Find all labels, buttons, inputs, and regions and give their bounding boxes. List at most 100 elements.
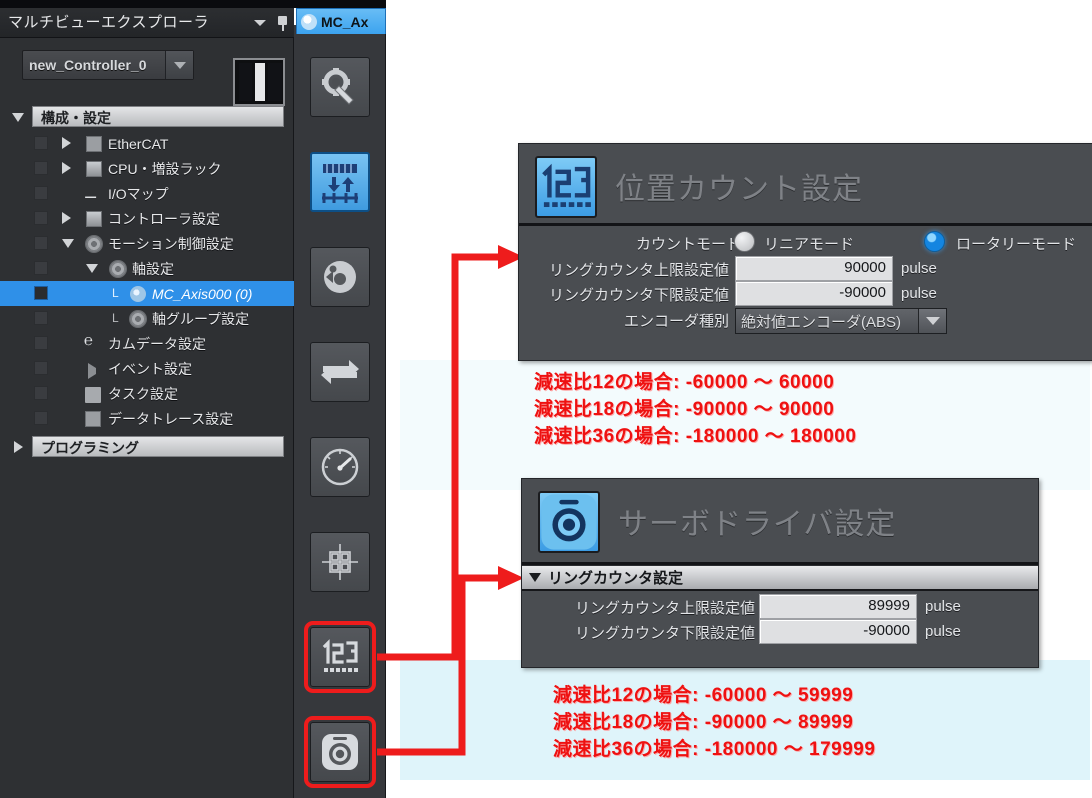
encoder-type-value: 絶対値エンコーダ(ABS)	[741, 313, 902, 331]
task-icon	[85, 387, 101, 403]
chevron-right-icon[interactable]	[62, 212, 71, 224]
position-count-dialog: 位置カウント設定 カウントモード リニアモード ロータリーモード リングカウンタ…	[518, 143, 1092, 361]
homing-settings-button[interactable]	[310, 342, 370, 402]
ring-counter-upper-unit: pulse	[901, 260, 937, 277]
tree-node-mc-axis000[interactable]: L MC_Axis000 (0)	[0, 281, 294, 306]
servo-ring-counter-lower-input[interactable]: -90000	[759, 619, 917, 644]
tree-node-checkbox[interactable]	[34, 161, 48, 175]
tree-node-label: CPU・増設ラック	[108, 160, 222, 177]
tree-node-label: データトレース設定	[108, 410, 234, 427]
ring-counter-section-header[interactable]: リングカウンタ設定	[522, 565, 1038, 591]
chevron-down-icon[interactable]	[12, 113, 24, 122]
servo-driver-dialog-header: サーボドライバ設定	[522, 479, 1038, 565]
controller-thumbnail	[233, 58, 285, 106]
tree-node-io-map[interactable]: ⚊ I/Oマップ	[0, 181, 294, 206]
ring-counter-section-label: リングカウンタ設定	[548, 570, 684, 587]
event-icon	[88, 363, 104, 379]
chevron-down-icon[interactable]	[529, 573, 541, 582]
tab-mc-axis000[interactable]: MC_Ax	[296, 8, 386, 34]
count-mode-rotary-label: ロータリーモード	[956, 236, 1077, 253]
operation-settings-button[interactable]	[310, 247, 370, 307]
two-arrows-icon	[321, 360, 359, 384]
tree-node-event-settings[interactable]: イベント設定	[0, 356, 294, 381]
tree-node-ethercat[interactable]: EtherCAT	[0, 131, 294, 156]
chevron-down-icon[interactable]	[86, 264, 98, 273]
count-mode-rotary-radio[interactable]	[924, 231, 945, 252]
tree-node-checkbox[interactable]	[34, 386, 48, 400]
annotation-line: 減速比18の場合: -90000 ～ 90000	[534, 399, 835, 420]
tree-node-checkbox[interactable]	[34, 336, 48, 350]
tab-label: MC_Ax	[321, 13, 369, 30]
tree-node-axis-group-settings[interactable]: L 軸グループ設定	[0, 306, 294, 331]
tree-node-checkbox[interactable]	[34, 361, 48, 375]
123-counter-icon	[535, 156, 597, 218]
trace-icon	[85, 411, 101, 427]
pin-icon[interactable]	[277, 15, 288, 31]
tree-header-configuration: 構成・設定	[32, 106, 284, 127]
ring-counter-lower-input[interactable]: -90000	[735, 281, 893, 306]
123-counter-icon	[322, 639, 358, 672]
multiview-explorer-title-label: マルチビューエクスプローラ	[8, 14, 210, 31]
tree-node-programming[interactable]: プログラミング	[0, 434, 294, 461]
tree-node-label: カムデータ設定	[108, 335, 206, 352]
tree-node-label: 軸設定	[132, 260, 174, 277]
annotation-line: 減速比18の場合: -90000 ～ 89999	[553, 712, 854, 733]
unit-conversion-icon	[322, 164, 358, 203]
axis-group-icon	[130, 311, 146, 327]
tree-header-programming: プログラミング	[32, 436, 284, 457]
tree-node-cpu-rack[interactable]: CPU・増設ラック	[0, 156, 294, 181]
annotation-line: 減速比12の場合: -60000 ～ 59999	[553, 685, 854, 706]
chevron-right-icon[interactable]	[14, 441, 23, 453]
chevron-down-icon[interactable]	[62, 239, 74, 248]
tree-node-task-settings[interactable]: タスク設定	[0, 381, 294, 406]
axis-basic-settings-button[interactable]	[310, 57, 370, 117]
chevron-right-icon[interactable]	[62, 162, 71, 174]
position-count-settings-button[interactable]	[304, 621, 376, 693]
tree-node-checkbox[interactable]	[34, 261, 48, 275]
unit-conversion-settings-button[interactable]	[310, 152, 370, 212]
servo-driver-dialog-body: リングカウンタ設定 リングカウンタ上限設定値 89999 pulse リングカウ…	[522, 565, 1038, 644]
servo-ring-counter-upper-input[interactable]: 89999	[759, 594, 917, 619]
tree-node-checkbox[interactable]	[34, 211, 48, 225]
chevron-down-icon[interactable]	[254, 20, 266, 26]
tree-node-checkbox[interactable]	[34, 186, 48, 200]
axis-icon	[130, 286, 146, 302]
chevron-right-icon[interactable]	[62, 137, 71, 149]
tree-node-data-trace-settings[interactable]: データトレース設定	[0, 406, 294, 431]
tree-node-motion-control-settings[interactable]: モーション制御設定	[0, 231, 294, 256]
limit-settings-button[interactable]	[310, 532, 370, 592]
tree-node-controller-settings[interactable]: コントローラ設定	[0, 206, 294, 231]
controller-select-value: new_Controller_0	[29, 57, 147, 73]
encoder-type-select[interactable]: 絶対値エンコーダ(ABS)	[735, 308, 947, 334]
count-mode-linear-radio[interactable]	[734, 231, 755, 252]
cam-icon: ℮	[84, 332, 94, 349]
encoder-type-label: エンコーダ種別	[623, 313, 729, 330]
annotation-line: 減速比36の場合: -180000 ～ 179999	[553, 739, 876, 760]
controller-select[interactable]: new_Controller_0	[22, 50, 194, 80]
chevron-down-icon[interactable]	[918, 309, 946, 333]
servo-driver-icon	[322, 734, 358, 770]
chevron-down-icon[interactable]	[165, 51, 193, 79]
servo-driver-settings-button[interactable]	[304, 716, 376, 788]
servo-gain-settings-button[interactable]	[310, 437, 370, 497]
crosshair-grid-icon	[322, 544, 358, 580]
servo-driver-dialog-title: サーボドライバ設定	[618, 508, 897, 541]
tree-node-label: I/Oマップ	[108, 185, 169, 202]
tree-node-axis-settings[interactable]: 軸設定	[0, 256, 294, 281]
multiview-explorer-title: マルチビューエクスプローラ	[0, 8, 294, 38]
tree-node-checkbox[interactable]	[34, 411, 48, 425]
multiview-explorer-panel: マルチビューエクスプローラ new_Controller_0 構成・設定 Eth…	[0, 8, 294, 798]
tree-node-cam-data-settings[interactable]: ℮ カムデータ設定	[0, 331, 294, 356]
tree-node-checkbox[interactable]	[34, 136, 48, 150]
position-count-annotation: 減速比12の場合: -60000 ～ 60000 減速比18の場合: -9000…	[534, 369, 856, 450]
tree-node-checkbox[interactable]	[34, 236, 48, 250]
tree-node-checkbox[interactable]	[34, 311, 48, 325]
tree-node-configuration[interactable]: 構成・設定	[0, 104, 294, 131]
ring-counter-upper-input[interactable]: 90000	[735, 256, 893, 281]
motion-icon	[86, 236, 102, 252]
tree-node-checkbox[interactable]	[34, 286, 48, 300]
project-tree: 構成・設定 EtherCAT CPU・増設ラック ⚊ I/Oマップ コントローラ…	[0, 104, 294, 461]
tree-node-label: イベント設定	[108, 360, 192, 377]
tree-node-label: 軸グループ設定	[152, 310, 250, 327]
axis-icon	[301, 13, 317, 30]
